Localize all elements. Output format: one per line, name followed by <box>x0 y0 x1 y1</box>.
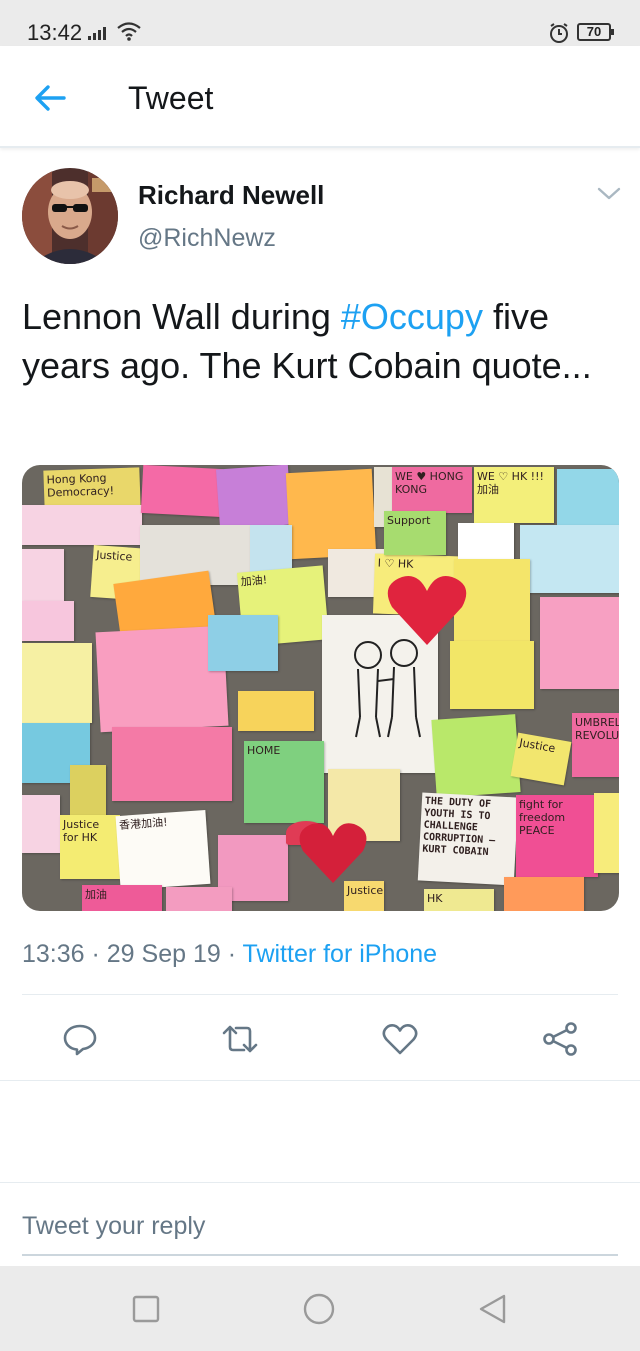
divider <box>0 1182 640 1183</box>
sticky-note: Support <box>384 511 446 555</box>
alarm-icon <box>550 23 568 43</box>
arrow-left-icon[interactable] <box>30 78 70 118</box>
sticky-note: WE ♡ HK !!! 加油 <box>474 467 554 523</box>
tweet-actions <box>0 1012 640 1066</box>
like-button[interactable] <box>373 1012 427 1066</box>
app-header: Tweet <box>0 46 640 148</box>
cartoon-drawing <box>354 639 421 738</box>
reply-button[interactable] <box>53 1012 107 1066</box>
sticky-note: THE DUTY OF YOUTH IS TO CHALLENGE CORRUP… <box>417 792 519 886</box>
sticky-note <box>22 549 64 601</box>
hashtag-link[interactable]: #Occupy <box>341 296 483 337</box>
sticky-note <box>431 714 521 798</box>
sticky-note <box>208 615 278 671</box>
sticky-note <box>166 887 232 911</box>
sticky-note <box>22 505 142 545</box>
recent-apps-icon[interactable] <box>129 1292 163 1326</box>
sticky-note: Justice <box>510 732 572 786</box>
sticky-note: 香港加油! <box>115 809 211 891</box>
tweet-media-image[interactable]: Hong Kong Democracy! WE ♥ HONG KONG WE ♡… <box>22 465 619 911</box>
comment-icon <box>63 1024 97 1056</box>
sticky-note: Justice for HK <box>60 815 120 879</box>
heart-icon <box>382 1024 418 1055</box>
retweet-button[interactable] <box>213 1012 267 1066</box>
sticky-note: HK <box>424 889 494 911</box>
tweet-text: Lennon Wall during #Occupy five years ag… <box>22 292 612 390</box>
sticky-note <box>540 597 619 689</box>
battery-indicator: 70 <box>577 23 614 41</box>
tweet-source-link[interactable]: Twitter for iPhone <box>243 940 438 968</box>
retweet-icon <box>222 1025 258 1053</box>
sticky-note: WE ♥ HONG KONG <box>392 467 472 513</box>
sticky-note <box>285 468 377 560</box>
chevron-down-icon[interactable] <box>596 184 622 204</box>
sticky-note <box>450 641 534 709</box>
sticky-note <box>22 795 60 853</box>
signal-icon <box>88 24 106 40</box>
page-title: Tweet <box>128 80 214 116</box>
user-handle[interactable]: @RichNewz <box>138 224 276 253</box>
avatar[interactable] <box>22 168 118 264</box>
share-icon <box>543 1022 577 1056</box>
sticky-note <box>594 793 619 873</box>
navigation-bar <box>0 1266 640 1351</box>
sticky-note <box>22 643 92 723</box>
wifi-icon <box>117 22 141 41</box>
sticky-note: 加油 <box>82 885 162 911</box>
display-name[interactable]: Richard Newell <box>138 180 324 211</box>
home-icon[interactable] <box>302 1292 336 1326</box>
sticky-note: fight for freedom PEACE <box>516 795 598 877</box>
divider <box>0 1080 640 1081</box>
status-time: 13:42 <box>27 20 83 45</box>
sticky-note <box>520 525 619 593</box>
sticky-note <box>70 765 106 819</box>
status-bar: 13:42 70 <box>0 0 640 46</box>
sticky-note <box>22 601 74 641</box>
sticky-note: UMBRELLA REVOLUTION <box>572 713 619 777</box>
sticky-note <box>140 465 224 518</box>
share-button[interactable] <box>533 1012 587 1066</box>
tweet-text-part: Lennon Wall during <box>22 296 341 337</box>
avatar-image <box>22 168 118 264</box>
back-nav-icon[interactable] <box>476 1292 510 1326</box>
tweet-timestamp: 13:36 · 29 Sep 19 · <box>22 940 243 968</box>
divider <box>22 994 618 995</box>
heart-shape-note <box>299 823 367 883</box>
sticky-note: HOME <box>244 741 324 823</box>
sticky-note <box>238 691 314 731</box>
sticky-note <box>504 877 584 911</box>
sticky-note <box>112 727 232 801</box>
sticky-note <box>215 465 293 530</box>
reply-input[interactable] <box>22 1198 618 1256</box>
tweet-meta: 13:36 · 29 Sep 19 · Twitter for iPhone <box>22 940 437 969</box>
